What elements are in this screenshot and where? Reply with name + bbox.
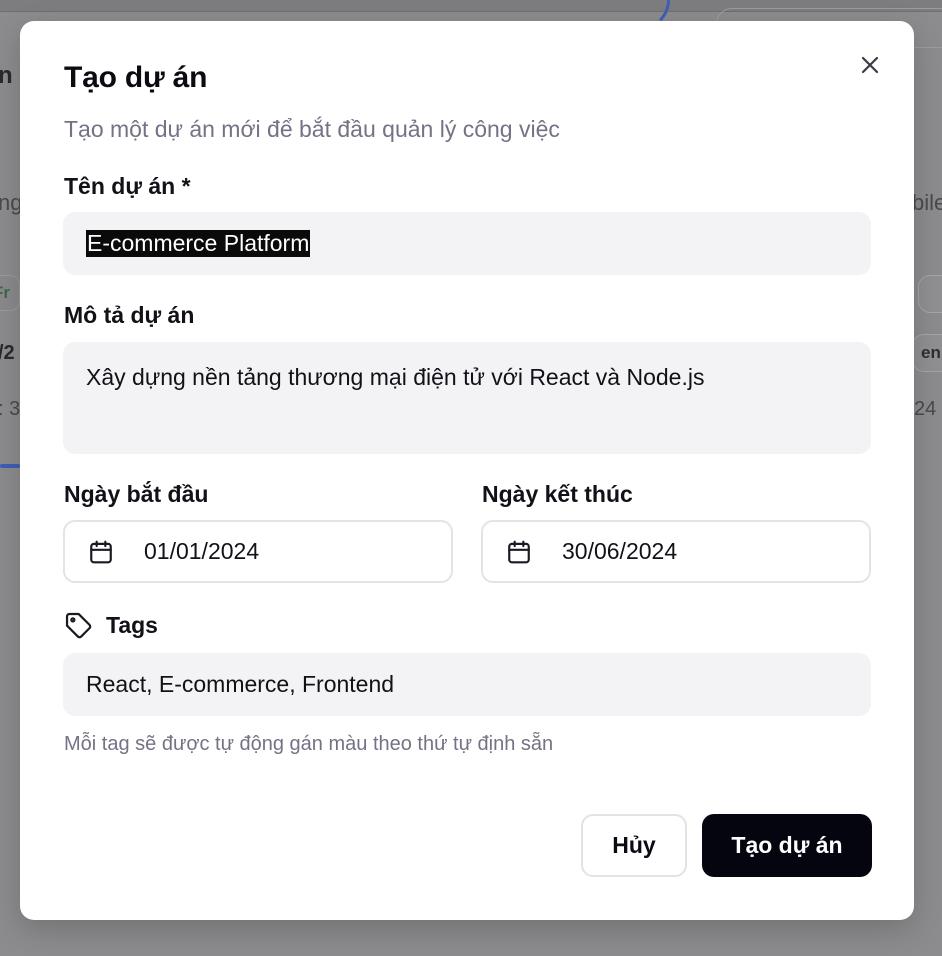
background-text: bile	[912, 190, 942, 215]
end-date-value: 30/06/2024	[562, 538, 678, 564]
project-description-value: Xây dựng nền tảng thương mại điện tử với…	[86, 364, 705, 390]
dialog-title: Tạo dự án	[64, 61, 208, 94]
project-name-value: E-commerce Platform	[86, 230, 311, 257]
start-date-label: Ngày bắt đầu	[64, 481, 209, 507]
tags-hint: Mỗi tag sẽ được tự động gán màu theo thứ…	[64, 733, 554, 755]
calendar-icon	[506, 539, 532, 565]
background-text: 24	[914, 398, 937, 420]
background-tag	[918, 275, 942, 313]
background-text: n	[0, 62, 13, 89]
background-tag: en	[912, 334, 942, 372]
background-progress	[0, 464, 20, 468]
tags-label: Tags	[106, 611, 158, 638]
tags-value: React, E-commerce, Frontend	[86, 671, 395, 697]
start-date-picker[interactable]: 01/01/2024	[63, 520, 453, 583]
project-description-textarea[interactable]: Xây dựng nền tảng thương mại điện tử với…	[63, 342, 871, 454]
tag-icon	[64, 611, 92, 639]
dialog-subtitle: Tạo một dự án mới để bắt đầu quản lý côn…	[64, 116, 560, 142]
calendar-icon	[88, 539, 114, 565]
tags-input[interactable]: React, E-commerce, Frontend	[63, 653, 871, 716]
close-button[interactable]	[856, 51, 884, 79]
close-icon	[861, 56, 879, 74]
background-text: : 3	[0, 398, 21, 420]
create-project-dialog: Tạo dự án Tạo một dự án mới để bắt đầu q…	[20, 21, 914, 920]
end-date-picker[interactable]: 30/06/2024	[481, 520, 871, 583]
end-date-label: Ngày kết thúc	[482, 481, 633, 507]
cancel-button[interactable]: Hủy	[581, 814, 687, 877]
project-name-input[interactable]: E-commerce Platform	[63, 212, 871, 275]
project-description-label: Mô tả dự án	[64, 302, 195, 328]
background-tag: Fr	[0, 275, 20, 311]
project-name-label: Tên dự án *	[64, 173, 191, 199]
create-project-button[interactable]: Tạo dự án	[702, 814, 872, 877]
tags-label-row: Tags	[64, 611, 158, 639]
background-text: /2	[0, 342, 15, 364]
start-date-value: 01/01/2024	[144, 538, 260, 564]
